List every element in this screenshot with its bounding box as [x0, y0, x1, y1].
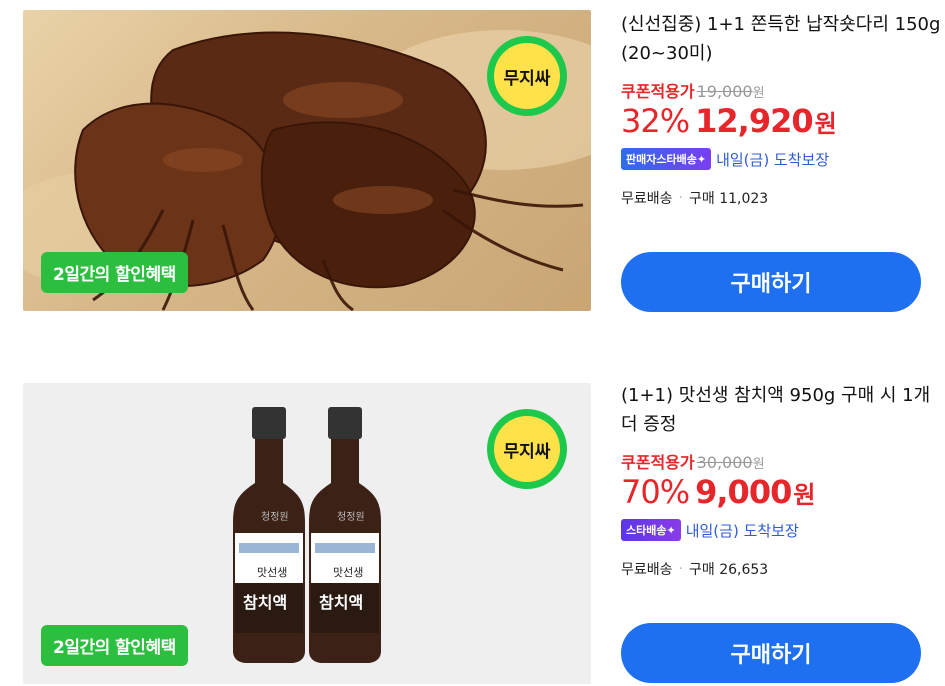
stats-row: 무료배송 · 구매 11,023	[621, 188, 945, 208]
bottle-sub-right: 맛선생	[333, 566, 364, 579]
bottle-brand-left: 청정원	[261, 512, 289, 523]
sale-price: 9,000	[695, 473, 792, 511]
original-price: 30,000	[696, 453, 753, 472]
coupon-price-row: 쿠폰적용가 19,000 원	[621, 78, 945, 102]
product-title[interactable]: (신선집중) 1+1 쫀득한 납작숏다리 150g (20~30미)	[621, 10, 945, 68]
bottle-brand-right: 청정원	[337, 512, 365, 523]
purchase-count: 구매 26,653	[688, 562, 769, 578]
bottle-name-left: 참치액	[243, 593, 288, 612]
muji-ssa-badge: 무지싸	[481, 403, 573, 495]
delivery-badge: 스타배송✦	[621, 519, 681, 541]
separator-dot: ·	[678, 190, 683, 206]
sale-price-row: 32% 12,920 원	[621, 102, 945, 140]
original-won: 원	[752, 86, 765, 101]
shipping-label: 무료배송	[621, 562, 673, 578]
sale-won: 원	[814, 110, 837, 138]
product-title[interactable]: (1+1) 맛선생 참치액 950g 구매 시 1개 더 증정	[621, 381, 945, 439]
product-image[interactable]: 청정원 청정원 맛선생 맛선생 참치액 참치액 무지싸 2일간의 할인혜택	[23, 383, 591, 684]
delivery-badge: 판매자스타배송✦	[621, 148, 712, 170]
bottle-sub-left: 맛선생	[257, 566, 288, 579]
discount-percent: 70%	[621, 473, 690, 511]
promo-tag: 2일간의 할인혜택	[41, 625, 188, 666]
sale-price: 12,920	[695, 102, 813, 140]
delivery-row: 스타배송✦ 내일(금) 도착보장	[621, 519, 945, 541]
buy-button[interactable]: 구매하기	[621, 252, 921, 312]
badge-text: 무지싸	[503, 442, 551, 462]
bottle-left	[233, 407, 305, 663]
shipping-label: 무료배송	[621, 191, 673, 207]
product-image[interactable]: 무지싸 2일간의 할인혜택	[23, 10, 591, 311]
stats-row: 무료배송 · 구매 26,653	[621, 559, 945, 579]
sale-price-row: 70% 9,000 원	[621, 473, 945, 511]
bottle-name-right: 참치액	[319, 593, 364, 612]
promo-tag: 2일간의 할인혜택	[41, 252, 188, 293]
separator-dot: ·	[678, 561, 683, 577]
buy-button[interactable]: 구매하기	[621, 623, 921, 683]
coupon-label: 쿠폰적용가	[621, 453, 695, 472]
product-info: (신선집중) 1+1 쫀득한 납작숏다리 150g (20~30미) 쿠폰적용가…	[621, 10, 945, 208]
discount-percent: 32%	[621, 102, 690, 140]
original-price: 19,000	[696, 82, 753, 101]
delivery-row: 판매자스타배송✦ 내일(금) 도착보장	[621, 148, 945, 170]
bottle-right	[309, 407, 381, 663]
purchase-count: 구매 11,023	[688, 191, 769, 207]
coupon-label: 쿠폰적용가	[621, 82, 695, 101]
sale-won: 원	[793, 481, 816, 509]
product-info: (1+1) 맛선생 참치액 950g 구매 시 1개 더 증정 쿠폰적용가 30…	[621, 381, 945, 579]
badge-text: 무지싸	[503, 69, 551, 89]
coupon-price-row: 쿠폰적용가 30,000 원	[621, 449, 945, 473]
delivery-text: 내일(금) 도착보장	[685, 521, 799, 540]
original-won: 원	[752, 457, 765, 472]
delivery-text: 내일(금) 도착보장	[716, 150, 830, 169]
muji-ssa-badge: 무지싸	[481, 30, 573, 122]
